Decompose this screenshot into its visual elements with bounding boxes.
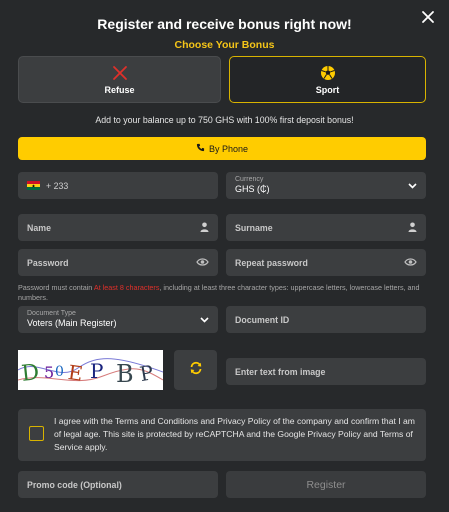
document-id-input[interactable]: [235, 314, 426, 325]
ghana-flag-icon: [27, 181, 40, 190]
currency-select[interactable]: Currency GHS (₵): [226, 172, 426, 199]
bonus-option-sport[interactable]: Sport: [229, 56, 426, 103]
currency-label: Currency: [235, 176, 264, 183]
document-id-field[interactable]: [226, 306, 426, 333]
svg-text:5: 5: [44, 363, 54, 382]
chevron-down-icon: [408, 181, 417, 191]
by-phone-label: By Phone: [208, 143, 249, 154]
captcha-input[interactable]: [235, 366, 426, 377]
chevron-down-icon: [200, 315, 209, 325]
document-type-label: Document Type: [27, 310, 76, 317]
password-field[interactable]: [18, 249, 218, 276]
bonus-description: Add to your balance up to 750 GHS with 1…: [95, 115, 354, 125]
surname-input[interactable]: [235, 222, 426, 233]
bonus-option-label: Sport: [315, 84, 340, 95]
svg-text:B: B: [116, 360, 134, 388]
soccer-ball-icon: [320, 65, 336, 81]
phone-field[interactable]: + 233: [18, 172, 218, 199]
surname-field[interactable]: [226, 214, 426, 241]
captcha-image: D 5 0 E P B P: [18, 350, 163, 390]
svg-text:D: D: [20, 360, 40, 387]
refresh-icon: [189, 361, 203, 380]
modal-title: Register and receive bonus right now!: [97, 16, 352, 32]
eye-icon[interactable]: [404, 257, 417, 268]
password-requirements: Password must contain At least 8 charact…: [18, 283, 420, 302]
repeat-password-field[interactable]: [226, 249, 426, 276]
eye-icon[interactable]: [196, 257, 209, 268]
bonus-option-label: Refuse: [104, 84, 135, 95]
terms-agreement: I agree with the Terms and Conditions an…: [18, 409, 426, 461]
register-button[interactable]: Register: [226, 471, 426, 498]
close-x-icon: [112, 65, 128, 81]
promo-code-field[interactable]: [18, 471, 218, 498]
bonus-option-refuse[interactable]: Refuse: [18, 56, 221, 103]
phone-icon: [196, 143, 205, 154]
svg-text:0: 0: [55, 364, 64, 380]
name-input[interactable]: [27, 222, 218, 233]
choose-bonus-heading: Choose Your Bonus: [174, 39, 275, 51]
document-type-select[interactable]: Document Type Voters (Main Register): [18, 306, 218, 333]
svg-text:P: P: [90, 359, 103, 383]
captcha-field[interactable]: [226, 358, 426, 385]
repeat-password-input[interactable]: [235, 257, 426, 268]
by-phone-button[interactable]: By Phone: [18, 137, 426, 160]
name-field[interactable]: [18, 214, 218, 241]
refresh-captcha-button[interactable]: [174, 350, 217, 390]
promo-code-input[interactable]: [27, 479, 218, 490]
password-requirement-highlight: At least 8 characters: [93, 283, 160, 292]
phone-code: + 233: [46, 180, 69, 191]
terms-checkbox[interactable]: [29, 426, 44, 441]
user-icon: [200, 222, 209, 234]
currency-value: GHS (₵): [235, 184, 270, 194]
user-icon: [408, 222, 417, 234]
close-icon[interactable]: [419, 8, 437, 26]
document-type-value: Voters (Main Register): [27, 318, 117, 328]
password-input[interactable]: [27, 257, 218, 268]
terms-text: I agree with the Terms and Conditions an…: [54, 416, 415, 452]
